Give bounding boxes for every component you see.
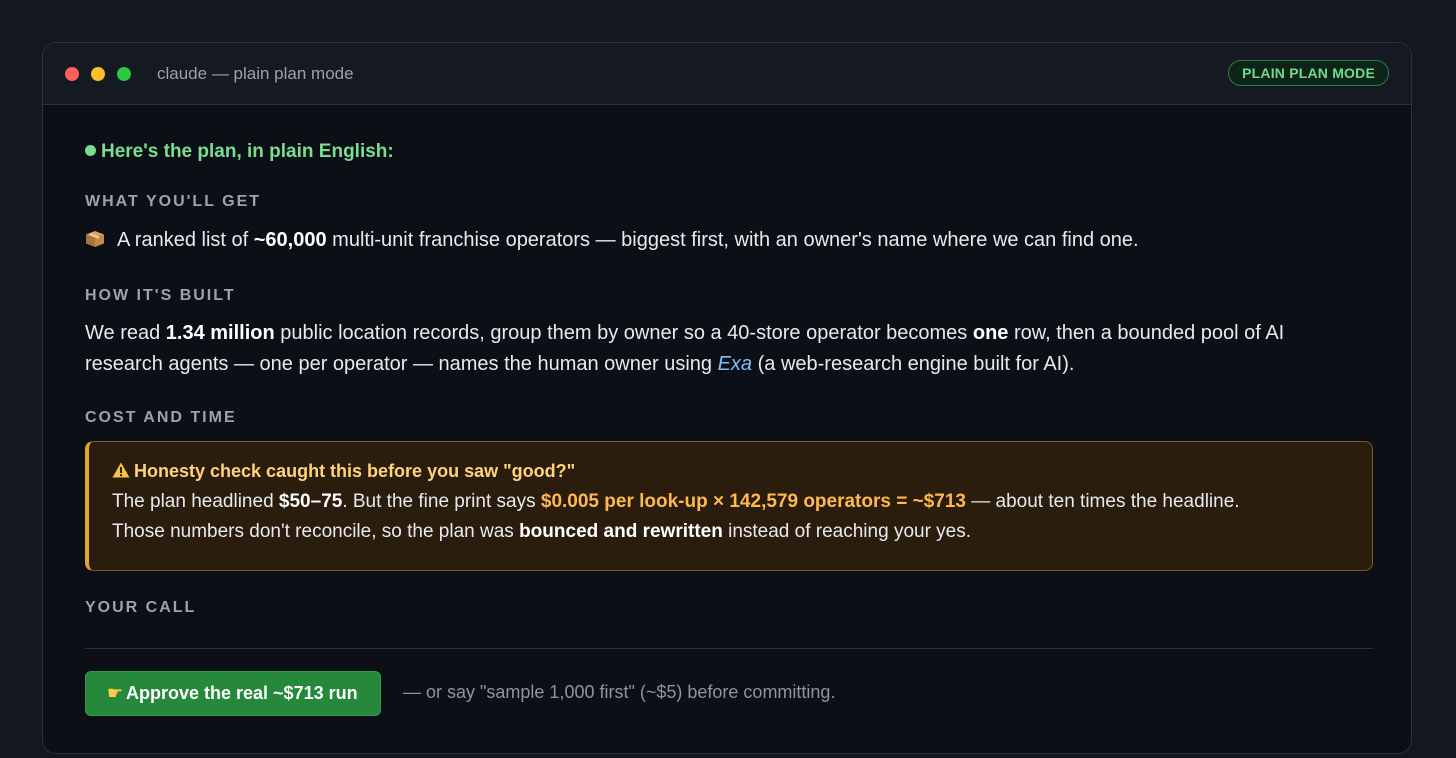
plan-intro-text: Here's the plan, in plain English: — [101, 141, 394, 162]
close-window-button[interactable] — [65, 67, 79, 81]
approve-run-button[interactable]: ☛ Approve the real ~$713 run — [85, 671, 381, 716]
alternative-hint: — or say "sample 1,000 first" (~$5) befo… — [403, 682, 836, 702]
callout-title: Honesty check caught this before you saw… — [112, 461, 1372, 487]
divider — [85, 648, 1373, 649]
what-you-get-text: A ranked list of ~60,000 multi-unit fran… — [85, 225, 1139, 256]
title-bar: claude — plain plan mode PLAIN PLAN MODE — [43, 43, 1411, 105]
pointing-hand-icon: ☛ — [106, 683, 124, 703]
mode-badge: PLAIN PLAN MODE — [1228, 60, 1389, 86]
maximize-window-button[interactable] — [117, 67, 131, 81]
section-label-cost-and-time: COST AND TIME — [85, 409, 237, 426]
callout-line-2: Those numbers don't reconcile, so the pl… — [112, 521, 972, 542]
window-title: claude — plain plan mode — [157, 64, 354, 83]
section-label-what-you-get: WHAT YOU'LL GET — [85, 193, 262, 210]
how-its-built-line-2: research agents — one per operator — nam… — [85, 353, 1075, 375]
callout-line-1: The plan headlined $50–75. But the fine … — [112, 491, 1240, 512]
package-icon — [85, 230, 105, 248]
minimize-window-button[interactable] — [91, 67, 105, 81]
honesty-check-callout: Honesty check caught this before you saw… — [85, 441, 1373, 571]
how-its-built-line-1: We read 1.34 million public location rec… — [85, 322, 1285, 344]
terminal-window: claude — plain plan mode PLAIN PLAN MODE… — [42, 42, 1412, 754]
section-label-your-call: YOUR CALL — [85, 599, 197, 616]
plan-intro: Here's the plan, in plain English: — [85, 141, 394, 163]
section-label-how-its-built: HOW IT'S BUILT — [85, 287, 236, 304]
exa-link[interactable]: Exa — [718, 353, 752, 375]
status-dot-icon — [85, 145, 96, 156]
warning-icon — [112, 462, 130, 478]
